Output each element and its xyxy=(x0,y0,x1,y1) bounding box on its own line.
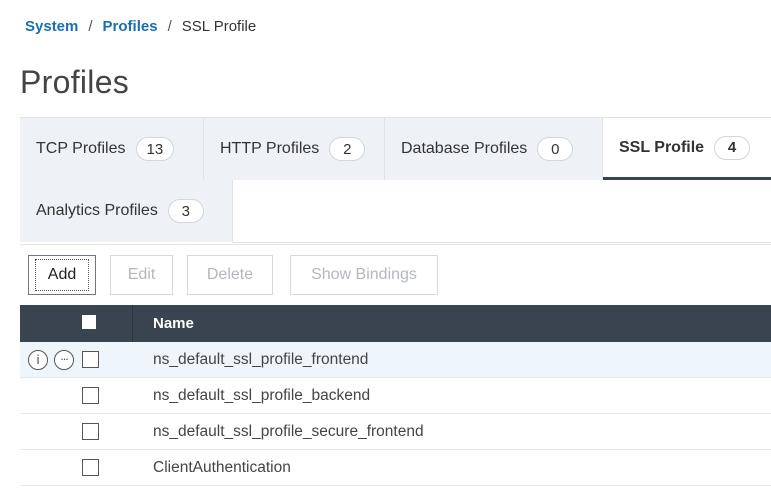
tabs-row: TCP Profiles 13 HTTP Profiles 2 Database… xyxy=(20,117,771,180)
tab-database-profiles[interactable]: Database Profiles 0 xyxy=(385,118,603,180)
tab-label: TCP Profiles xyxy=(36,140,126,157)
table-row[interactable]: i ··· ns_default_ssl_profile_frontend xyxy=(20,342,771,378)
row-checkbox[interactable] xyxy=(82,386,99,404)
select-all-checkbox[interactable] xyxy=(82,315,96,329)
row-check-cell xyxy=(20,414,133,450)
count-badge: 3 xyxy=(167,199,204,223)
row-checkbox[interactable] xyxy=(82,350,99,368)
table-row[interactable]: ns_default_ssl_profile_secure_frontend xyxy=(20,414,771,450)
info-icon[interactable]: i xyxy=(28,349,48,370)
column-header-name[interactable]: Name xyxy=(133,315,194,332)
add-button-label: Add xyxy=(34,259,90,291)
edit-button[interactable]: Edit xyxy=(110,255,173,295)
more-actions-icon[interactable]: ··· xyxy=(54,349,74,370)
row-checkbox[interactable] xyxy=(82,422,99,440)
row-check-cell: i ··· xyxy=(20,342,133,378)
header-check-column xyxy=(20,305,133,342)
breadcrumb-profiles-link[interactable]: Profiles xyxy=(103,18,158,35)
count-badge: 2 xyxy=(329,137,366,161)
profile-name: ns_default_ssl_profile_secure_frontend xyxy=(153,422,424,440)
table-row[interactable]: ns_default_ssl_profile_backend xyxy=(20,378,771,414)
add-button[interactable]: Add xyxy=(28,255,96,295)
breadcrumb-separator: / xyxy=(167,18,172,35)
tab-label: HTTP Profiles xyxy=(220,140,320,157)
row-check-cell xyxy=(20,378,133,414)
count-badge: 0 xyxy=(537,137,574,161)
table-header: Name xyxy=(20,305,771,342)
profile-name: ns_default_ssl_profile_frontend xyxy=(153,350,369,368)
count-badge: 4 xyxy=(714,135,751,160)
profile-name: ns_default_ssl_profile_backend xyxy=(153,386,371,404)
delete-button[interactable]: Delete xyxy=(187,255,273,295)
tabs-row-2: Analytics Profiles 3 xyxy=(20,180,233,242)
breadcrumb-separator: / xyxy=(88,18,93,35)
tab-label: SSL Profile xyxy=(619,138,705,156)
tab-label: Database Profiles xyxy=(401,140,528,157)
tab-http-profiles[interactable]: HTTP Profiles 2 xyxy=(204,118,385,180)
table-row[interactable]: ClientAuthentication xyxy=(20,450,771,486)
breadcrumb: System / Profiles / SSL Profile xyxy=(25,18,256,35)
tab-ssl-profile[interactable]: SSL Profile 4 xyxy=(603,118,771,180)
action-toolbar: Add Edit Delete Show Bindings xyxy=(20,244,771,304)
tabs-divider xyxy=(233,242,771,243)
row-check-cell xyxy=(20,450,133,486)
profiles-table: Name i ··· ns_default_ssl_profile_fronte… xyxy=(20,305,771,486)
row-checkbox[interactable] xyxy=(82,458,99,476)
count-badge: 13 xyxy=(135,137,175,161)
tab-tcp-profiles[interactable]: TCP Profiles 13 xyxy=(20,118,204,180)
breadcrumb-system-link[interactable]: System xyxy=(25,18,78,35)
show-bindings-button[interactable]: Show Bindings xyxy=(290,255,438,295)
tab-analytics-profiles[interactable]: Analytics Profiles 3 xyxy=(20,180,233,242)
page-title: Profiles xyxy=(20,64,130,100)
profile-name: ClientAuthentication xyxy=(153,458,291,476)
tab-label: Analytics Profiles xyxy=(36,202,158,219)
breadcrumb-current: SSL Profile xyxy=(181,18,257,35)
